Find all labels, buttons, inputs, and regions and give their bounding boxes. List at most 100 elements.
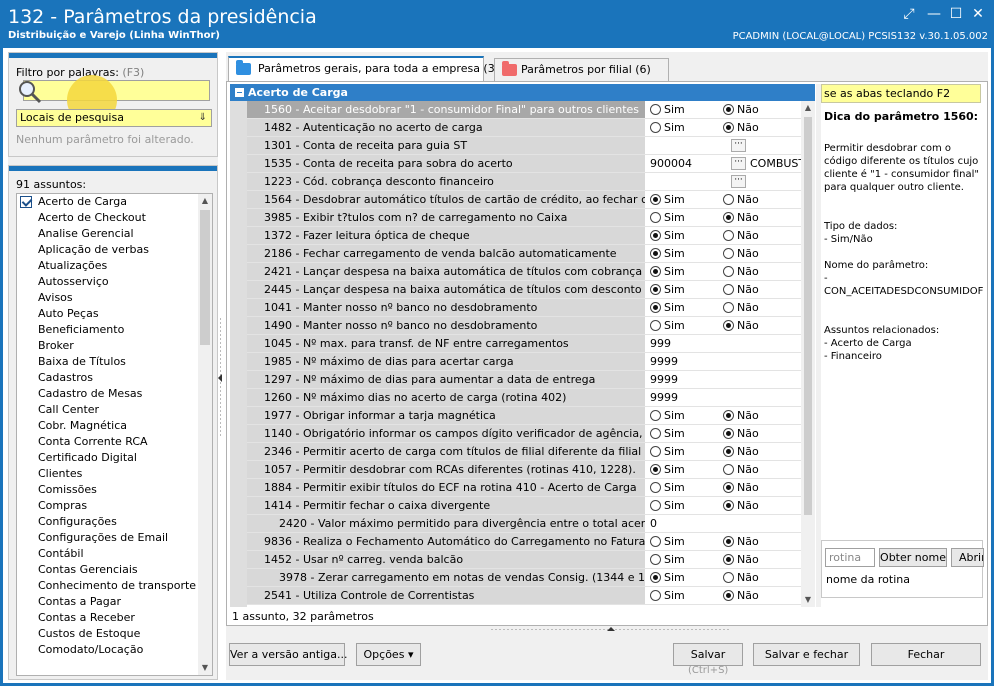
minimize-button[interactable]: — [924, 4, 944, 24]
subject-item[interactable]: Atualizações [17, 258, 197, 274]
radio-nao[interactable]: Não [723, 193, 759, 206]
subject-item[interactable]: Autosserviço [17, 274, 197, 290]
radio-nao[interactable]: Não [723, 553, 759, 566]
radio-nao[interactable]: Não [723, 463, 759, 476]
ellipsis-button[interactable]: ··· [731, 175, 746, 188]
subjects-scroll-thumb[interactable] [200, 210, 210, 345]
grid-scroll-thumb[interactable] [804, 117, 812, 515]
subject-item[interactable]: Acerto de Carga [17, 194, 197, 210]
text-value[interactable]: 999 [650, 335, 671, 352]
ellipsis-button[interactable]: ··· [731, 139, 746, 152]
locais-dropdown[interactable]: Locais de pesquisa ⇓ [16, 109, 212, 127]
ellipsis-button[interactable]: ··· [731, 157, 746, 170]
radio-nao[interactable]: Não [723, 103, 759, 116]
radio-sim[interactable]: Sim [650, 409, 685, 422]
parameter-row[interactable]: 2420 - Valor máximo permitido para diver… [247, 515, 801, 533]
parameter-row[interactable]: 1041 - Manter nosso nº banco no desdobra… [247, 299, 801, 317]
subject-item[interactable]: Contas Gerenciais [17, 562, 197, 578]
radio-nao[interactable]: Não [723, 229, 759, 242]
parameter-row[interactable]: 1884 - Permitir exibir títulos do ECF na… [247, 479, 801, 497]
obter-nome-button[interactable]: Obter nome [879, 548, 947, 567]
radio-nao[interactable]: Não [723, 283, 759, 296]
subject-item[interactable]: Aplicação de verbas [17, 242, 197, 258]
tab-parametros-gerais[interactable]: Parâmetros gerais, para toda a empresa (… [228, 56, 506, 81]
subject-item[interactable]: Comissões [17, 482, 197, 498]
scroll-up-icon[interactable]: ▲ [801, 101, 815, 115]
subject-item[interactable]: Comodato/Locação [17, 642, 197, 658]
maximize-button[interactable]: ☐ [946, 4, 966, 24]
subject-item[interactable]: Acerto de Checkout [17, 210, 197, 226]
subject-item[interactable]: Analise Gerencial [17, 226, 197, 242]
radio-sim[interactable]: Sim [650, 589, 685, 602]
subject-item[interactable]: Baixa de Títulos [17, 354, 197, 370]
radio-sim[interactable]: Sim [650, 265, 685, 278]
subject-item[interactable]: Custos de Estoque [17, 626, 197, 642]
parameter-row[interactable]: 9836 - Realiza o Fechamento Automático d… [247, 533, 801, 551]
lookup-value[interactable]: 900004 [650, 155, 692, 172]
parameter-row[interactable]: 1372 - Fazer leitura óptica de cheque Sim… [247, 227, 801, 245]
radio-sim[interactable]: Sim [650, 499, 685, 512]
subject-item[interactable]: Auto Peças [17, 306, 197, 322]
radio-sim[interactable]: Sim [650, 535, 685, 548]
radio-nao[interactable]: Não [723, 535, 759, 548]
subject-item[interactable]: Compras [17, 498, 197, 514]
parameter-row[interactable]: 1223 - Cód. cobrança desconto financeiro… [247, 173, 801, 191]
subject-item[interactable]: Cadastros [17, 370, 197, 386]
radio-sim[interactable]: Sim [650, 229, 685, 242]
parameter-row[interactable]: 1985 - Nº máximo de dias para acertar ca… [247, 353, 801, 371]
grid-scrollbar[interactable]: ▲ ▼ [801, 101, 815, 607]
subject-item[interactable]: Contas a Pagar [17, 594, 197, 610]
radio-sim[interactable]: Sim [650, 571, 685, 584]
scroll-up-icon[interactable]: ▲ [198, 194, 212, 208]
text-value[interactable]: 0 [650, 515, 657, 532]
checkbox-checked-icon[interactable] [20, 196, 32, 208]
rotina-input[interactable]: rotina [825, 548, 875, 567]
subject-item[interactable]: Configurações [17, 514, 197, 530]
text-value[interactable]: 9999 [650, 371, 678, 388]
radio-sim[interactable]: Sim [650, 121, 685, 134]
text-value[interactable]: 9999 [650, 389, 678, 406]
versao-antiga-button[interactable]: Ver a versão antiga... [229, 643, 348, 666]
fechar-button[interactable]: Fechar [871, 643, 981, 666]
subject-item[interactable]: Clientes [17, 466, 197, 482]
radio-nao[interactable]: Não [723, 427, 759, 440]
salvar-button[interactable]: Salvar [673, 643, 743, 666]
tab-parametros-filial[interactable]: Parâmetros por filial (6) [494, 58, 669, 81]
subject-item[interactable]: Contas a Receber [17, 610, 197, 626]
opcoes-button[interactable]: Opções ▾ [356, 643, 421, 666]
radio-nao[interactable]: Não [723, 445, 759, 458]
parameter-row[interactable]: 1452 - Usar nº carreg. venda balcão Sim Nã… [247, 551, 801, 569]
vertical-splitter[interactable] [217, 318, 224, 438]
subject-item[interactable]: Conta Corrente RCA [17, 434, 197, 450]
parameter-row[interactable]: 1260 - Nº máximo dias no acerto de carga… [247, 389, 801, 407]
parameter-row[interactable]: 2421 - Lançar despesa na baixa automátic… [247, 263, 801, 281]
radio-nao[interactable]: Não [723, 211, 759, 224]
subject-item[interactable]: Contábil [17, 546, 197, 562]
radio-sim[interactable]: Sim [650, 319, 685, 332]
parameter-row[interactable]: 1560 - Aceitar desdobrar "1 - consumidor… [247, 101, 801, 119]
parameter-row[interactable]: 2445 - Lançar despesa na baixa automátic… [247, 281, 801, 299]
radio-nao[interactable]: Não [723, 319, 759, 332]
subject-item[interactable]: Beneficiamento [17, 322, 197, 338]
collapse-icon[interactable] [235, 88, 244, 97]
abrir-button[interactable]: Abrir [951, 548, 984, 567]
subjects-scrollbar[interactable]: ▲ ▼ [198, 194, 212, 675]
radio-nao[interactable]: Não [723, 265, 759, 278]
parameter-row[interactable]: 1057 - Permitir desdobrar com RCAs difer… [247, 461, 801, 479]
radio-sim[interactable]: Sim [650, 445, 685, 458]
parameter-row[interactable]: 1564 - Desdobrar automático títulos de c… [247, 191, 801, 209]
radio-nao[interactable]: Não [723, 571, 759, 584]
parameter-row[interactable]: 3985 - Exibir t?tulos com n? de carregam… [247, 209, 801, 227]
radio-sim[interactable]: Sim [650, 301, 685, 314]
radio-sim[interactable]: Sim [650, 283, 685, 296]
scroll-down-icon[interactable]: ▼ [198, 661, 212, 675]
radio-sim[interactable]: Sim [650, 481, 685, 494]
radio-nao[interactable]: Não [723, 301, 759, 314]
radio-sim[interactable]: Sim [650, 463, 685, 476]
parameter-row[interactable]: 1535 - Conta de receita para sobra do ac… [247, 155, 801, 173]
scroll-down-icon[interactable]: ▼ [801, 593, 815, 607]
parameter-row[interactable]: 1977 - Obrigar informar a tarja magnétic… [247, 407, 801, 425]
parameter-row[interactable]: 2186 - Fechar carregamento de venda balc… [247, 245, 801, 263]
parameter-row[interactable]: 2541 - Utiliza Controle de Correntistas S… [247, 587, 801, 605]
subjects-list[interactable]: Acerto de Carga Acerto de Checkout Analise… [16, 193, 213, 676]
